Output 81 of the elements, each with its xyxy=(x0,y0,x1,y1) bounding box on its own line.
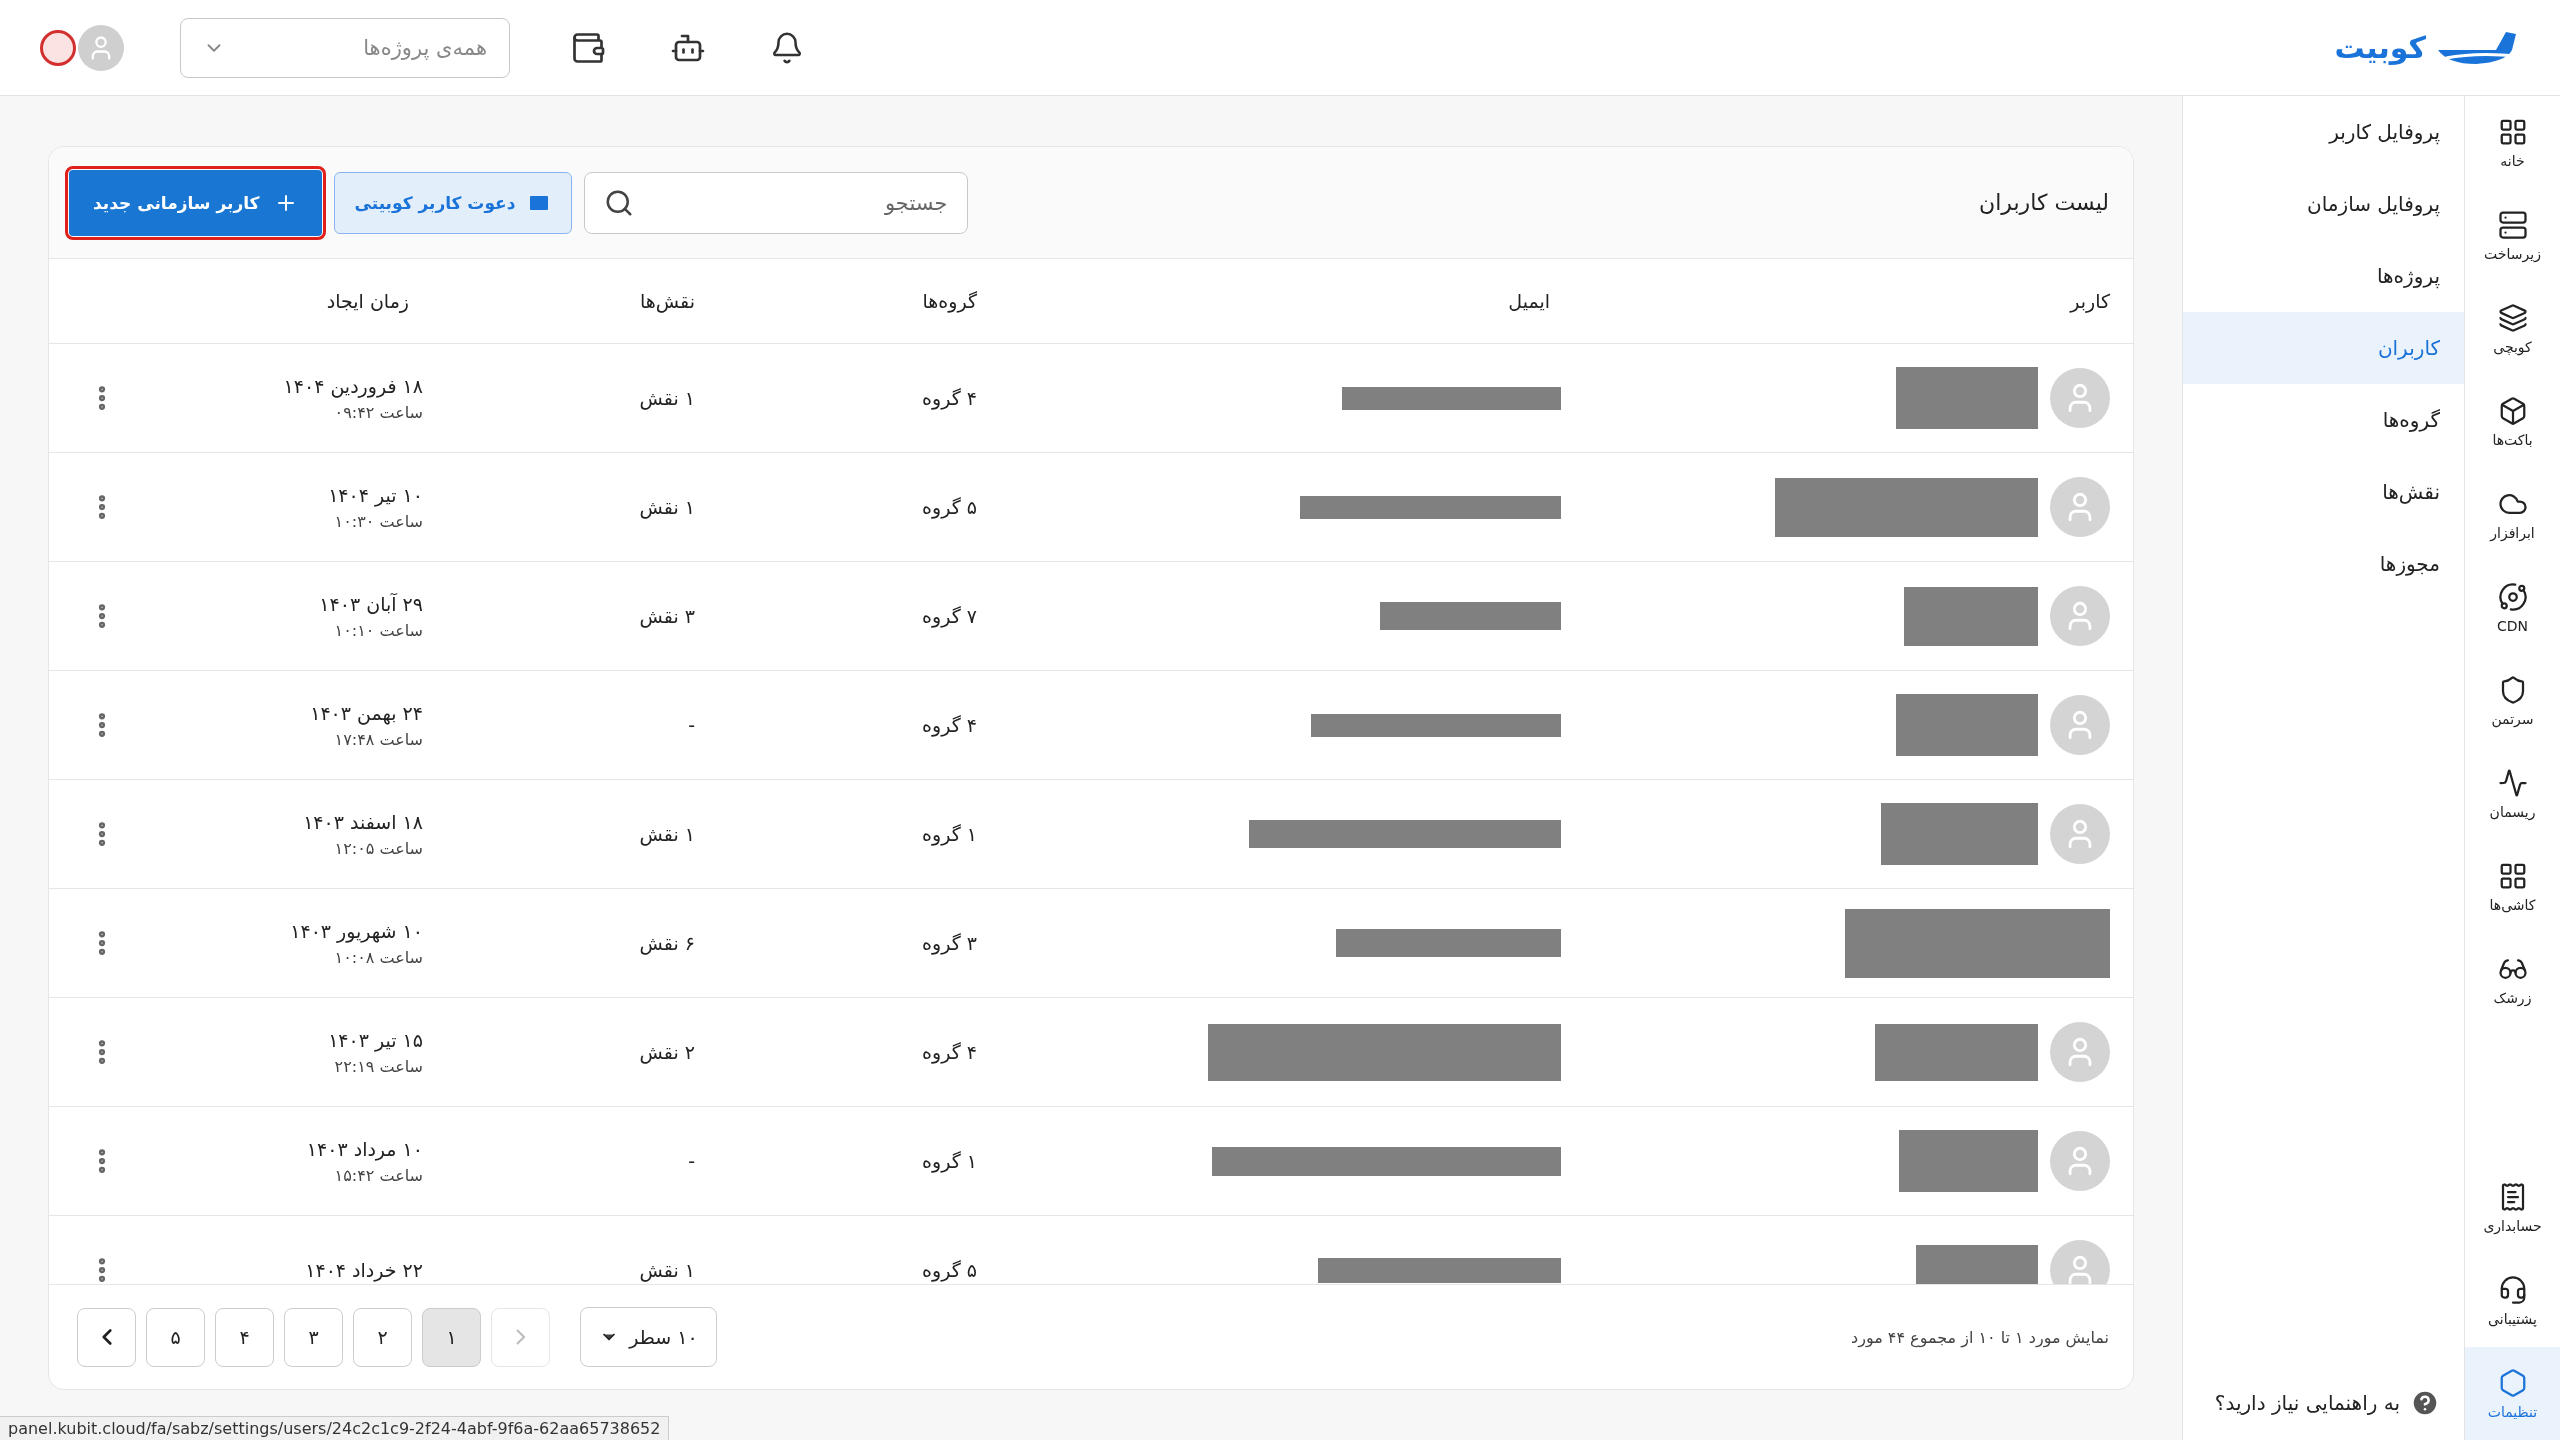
page-button[interactable]: ۴ xyxy=(215,1307,274,1367)
rail-item[interactable]: خانه xyxy=(2465,96,2560,189)
column-header: زمان ایجاد xyxy=(326,290,410,312)
roles-cell-text: ۲ نقش xyxy=(639,1041,696,1063)
settings-menu-item[interactable]: نقش‌ها xyxy=(2183,456,2464,528)
settings-menu-item[interactable]: پروژه‌ها xyxy=(2183,240,2464,312)
time-text: ساعت ۱۰:۳۰ xyxy=(333,511,423,531)
settings-menu-item[interactable]: پروفایل کاربر xyxy=(2183,96,2464,168)
rail-item[interactable]: کوبچی xyxy=(2465,282,2560,375)
roles-cell-text: - xyxy=(688,1150,696,1172)
settings-menu-item[interactable]: گروه‌ها xyxy=(2183,384,2464,456)
time-text: ساعت ۱۷:۴۸ xyxy=(333,729,423,749)
rail-item[interactable]: تنظیمات xyxy=(2465,1347,2560,1440)
settings-menu-item[interactable]: مجوزها xyxy=(2183,528,2464,600)
date-text: ۱۰ تیر ۱۴۰۴ xyxy=(327,483,423,506)
settings-menu-item[interactable]: پروفایل سازمان xyxy=(2183,168,2464,240)
column-header: گروه‌ها xyxy=(922,290,978,312)
rail-item[interactable]: CDN xyxy=(2465,561,2560,654)
time-text: ساعت ۱۰:۰۸ xyxy=(333,947,423,967)
groups-cell-text: ۵ گروه xyxy=(922,496,978,518)
page-button[interactable]: ۳ xyxy=(284,1307,343,1367)
rail-item[interactable]: حسابداری xyxy=(2465,1161,2560,1254)
invite-user-button[interactable]: دعوت کاربر کوبیتی xyxy=(333,171,573,234)
time-text: ساعت ۱۲:۰۵ xyxy=(333,838,423,858)
column-header: نقش‌ها xyxy=(640,290,696,312)
page-button[interactable]: ۲ xyxy=(353,1307,412,1367)
stamp-badge-icon xyxy=(40,29,76,66)
rail-item[interactable]: باکت‌ها xyxy=(2465,375,2560,468)
page-button[interactable]: ۵ xyxy=(146,1307,205,1367)
date-text: ۱۰ شهریور ۱۴۰۳ xyxy=(289,919,423,942)
groups-cell-text: ۳ گروه xyxy=(922,932,978,954)
roles-cell-text: ۱ نقش xyxy=(639,1259,696,1281)
date-text: ۲۲ خرداد ۱۴۰۴ xyxy=(304,1259,423,1281)
help-link[interactable]: به راهنمایی نیاز دارید؟ xyxy=(2183,1388,2464,1440)
groups-cell-text: ۱ گروه xyxy=(922,1150,978,1172)
chevron-right-icon xyxy=(516,1329,525,1345)
project-select[interactable]: همه‌ی پروژه‌ها xyxy=(180,17,510,78)
rail-icon xyxy=(2497,302,2528,333)
rail-item[interactable]: ریسمان xyxy=(2465,747,2560,840)
settings-menu-item[interactable]: کاربران xyxy=(2183,312,2464,384)
search-field[interactable]: جستجو xyxy=(584,171,969,234)
date-text: ۱۸ فروردین ۱۴۰۴ xyxy=(282,374,423,397)
date-text: ۱۰ مرداد ۱۴۰۳ xyxy=(305,1137,423,1160)
date-text: ۱۸ اسفند ۱۴۰۳ xyxy=(302,810,423,833)
roles-cell-text: ۳ نقش xyxy=(639,605,696,627)
time-text: ساعت ۲۲:۱۹ xyxy=(333,1056,423,1076)
time-text: ساعت ۰۹:۴۲ xyxy=(333,402,423,422)
roles-cell-text: ۱ نقش xyxy=(639,387,696,409)
roles-cell-text: ۱ نقش xyxy=(639,496,696,518)
rail-item[interactable]: زیرساخت xyxy=(2465,189,2560,282)
roles-cell-text: - xyxy=(688,714,696,736)
status-bar-url: panel.kubit.cloud/fa/sabz/settings/users/24c2c1c9-2f24-4abf-9f6a-62aa65738652 xyxy=(0,1416,670,1440)
rail-item[interactable]: سرتمن xyxy=(2465,654,2560,747)
column-header: کاربر xyxy=(2070,290,2110,312)
page-button[interactable]: ۱ xyxy=(422,1307,481,1367)
date-text: ۲۹ آبان ۱۴۰۳ xyxy=(318,592,423,615)
date-text: ۱۵ تیر ۱۴۰۳ xyxy=(327,1028,423,1051)
column-header: ایمیل xyxy=(1508,290,1551,312)
time-text: ساعت ۱۰:۱۰ xyxy=(333,620,423,640)
roles-cell-text: ۶ نقش xyxy=(639,932,696,954)
roles-cell-text: ۱ نقش xyxy=(639,823,696,845)
time-text: ساعت ۱۵:۴۲ xyxy=(333,1165,423,1185)
page-size-select[interactable]: ۱۰ سطر xyxy=(580,1307,717,1367)
groups-cell-text: ۴ گروه xyxy=(922,387,978,409)
card-title: لیست کاربران xyxy=(1979,190,2109,215)
rail-item[interactable]: ابرافزار xyxy=(2465,468,2560,561)
groups-cell-text: ۴ گروه xyxy=(922,1041,978,1063)
groups-cell-text: ۵ گروه xyxy=(922,1259,978,1281)
rail-item[interactable]: زرشک xyxy=(2465,933,2560,1026)
rail-icon xyxy=(2497,581,2528,612)
groups-cell-text: ۴ گروه xyxy=(922,714,978,736)
rail-icon xyxy=(2497,767,2528,798)
rail-item[interactable]: پشتیبانی xyxy=(2465,1254,2560,1347)
rail-icon xyxy=(2497,209,2528,240)
rail-item[interactable]: کاشی‌ها xyxy=(2465,840,2560,933)
help-icon xyxy=(2410,1388,2440,1418)
logo-text: کوبیت xyxy=(2334,30,2426,65)
date-text: ۲۴ بهمن ۱۴۰۳ xyxy=(309,701,423,724)
groups-cell-text: ۷ گروه xyxy=(922,605,978,627)
pagination-summary: نمایش مورد ۱ تا ۱۰ از مجموع ۴۴ مورد xyxy=(1851,1327,2109,1347)
groups-cell-text: ۱ گروه xyxy=(922,823,978,845)
